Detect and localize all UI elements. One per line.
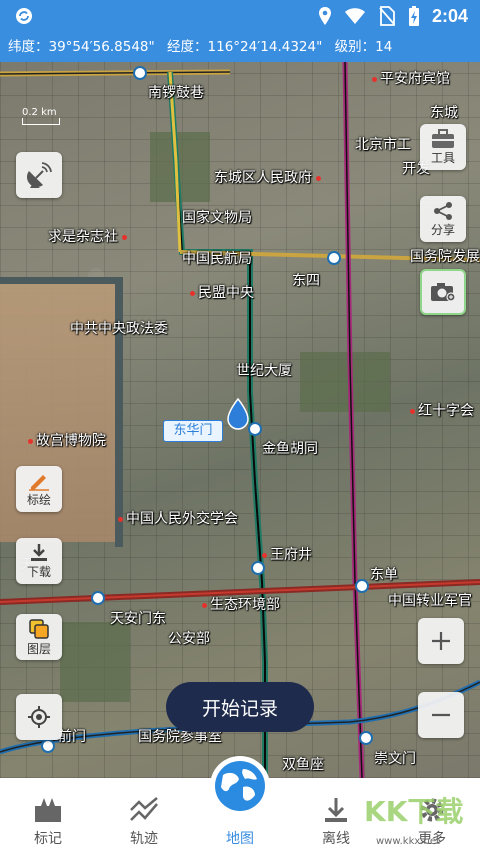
coordinate-bar: 纬度：39°54′56.8548" 经度：116°24′14.4324" 级别：… xyxy=(0,32,480,62)
status-bar: 2:04 xyxy=(0,0,480,32)
map-label: 平安府宾馆 xyxy=(372,68,450,88)
latitude-label: 纬度： xyxy=(8,39,49,55)
map-label: 东城区人民政府 xyxy=(214,167,324,187)
layers-label: 图层 xyxy=(26,641,51,656)
map-label-text: 民盟中央 xyxy=(198,285,254,301)
nav-item-mark[interactable]: 标记 xyxy=(0,786,96,848)
nav-label: 轨迹 xyxy=(130,831,158,847)
zoom-in-button[interactable] xyxy=(418,618,464,664)
nav-label: 地图 xyxy=(226,831,254,847)
minus-icon xyxy=(432,713,450,717)
map-label: 公安部 xyxy=(168,631,210,647)
longitude-label: 经度： xyxy=(167,39,208,55)
scale-label: 0.2 km xyxy=(22,107,57,118)
map-label-text: 王府井 xyxy=(270,547,312,563)
map-label: 世纪大厦 xyxy=(236,363,292,379)
map-label: 东四 xyxy=(292,273,320,289)
start-recording-button[interactable]: 开始记录 xyxy=(166,682,314,732)
satellite-toggle-button[interactable] xyxy=(16,152,62,198)
battery-charging-icon xyxy=(408,6,419,26)
map-label: 国家文物局 xyxy=(182,210,252,226)
map-label-text: 故宫博物院 xyxy=(36,433,106,449)
map-label: 双鱼座 xyxy=(282,757,324,773)
download-button[interactable]: 下载 xyxy=(16,538,62,584)
crosshair-icon xyxy=(28,706,50,728)
wifi-icon xyxy=(344,8,365,24)
satellite-dish-icon xyxy=(26,162,52,188)
pencil-icon xyxy=(29,474,49,491)
share-button[interactable]: 分享 xyxy=(420,196,466,242)
toolbox-icon xyxy=(432,128,454,148)
map-label: 东单 xyxy=(370,567,398,583)
map-label: 生态环境部 xyxy=(202,594,280,614)
download-icon xyxy=(31,543,47,561)
status-time: 2:04 xyxy=(431,5,468,26)
map-scale: 0.2 km xyxy=(22,107,60,125)
share-icon xyxy=(434,201,452,220)
map-label-text: 中国人民外交学会 xyxy=(126,511,238,527)
marker-icon xyxy=(35,798,61,822)
track-icon xyxy=(130,797,158,821)
map-label-text: 红十字会 xyxy=(418,403,474,419)
map-label-text: 平安府宾馆 xyxy=(380,71,450,87)
layers-button[interactable]: 图层 xyxy=(16,614,62,660)
layers-icon xyxy=(29,618,49,639)
camera-icon xyxy=(431,283,456,302)
watermark-site: www.kkx.net xyxy=(376,836,440,847)
sync-icon xyxy=(16,8,32,24)
nav-label: 离线 xyxy=(322,831,350,847)
map-label: 中共中央政法委 xyxy=(70,321,168,337)
map-label: 红十字会 xyxy=(410,400,474,420)
mark-label: 标绘 xyxy=(26,492,51,507)
mark-button[interactable]: 标绘 xyxy=(16,466,62,512)
landmark-label[interactable]: 东华门 xyxy=(163,420,223,442)
zoom-out-button[interactable] xyxy=(418,692,464,738)
latitude-value: 39°54′56.8548" xyxy=(48,39,155,55)
zoom-level-value: 14 xyxy=(375,39,393,55)
nav-label: 标记 xyxy=(34,831,62,847)
share-label: 分享 xyxy=(430,222,455,237)
map-label-text: 求是杂志社 xyxy=(48,229,118,245)
map-label: 中国转业军官 xyxy=(388,593,472,609)
watermark-logo: KK下载 xyxy=(364,795,464,828)
zoom-level-label: 级别： xyxy=(334,39,376,55)
map-label: 中国民航局 xyxy=(182,251,252,267)
map-label: 求是杂志社 xyxy=(48,226,130,246)
map-label: 前门 xyxy=(58,729,86,745)
map-label: 南锣鼓巷 xyxy=(148,85,204,101)
tools-label: 工具 xyxy=(430,150,455,165)
tools-button[interactable]: 工具 xyxy=(420,124,466,170)
map-label: 东城 xyxy=(430,105,458,121)
plus-icon xyxy=(432,632,450,650)
map-label: 故宫博物院 xyxy=(28,430,106,450)
map-label: 崇文门 xyxy=(374,751,416,767)
nav-item-track[interactable]: 轨迹 xyxy=(96,786,192,848)
longitude-value: 116°24′14.4324" xyxy=(207,39,323,55)
screenshot-button[interactable] xyxy=(420,269,466,315)
map-label: 王府井 xyxy=(262,544,312,564)
location-icon xyxy=(318,7,331,25)
map-label: 北京市工 xyxy=(355,137,411,153)
current-location-pin xyxy=(227,397,249,430)
map-label: 国务院发展 xyxy=(410,249,480,265)
map-label: 天安门东 xyxy=(110,611,166,627)
map-label: 金鱼胡同 xyxy=(262,441,318,457)
map-label: 民盟中央 xyxy=(190,282,254,302)
map-tab-globe[interactable] xyxy=(210,756,270,816)
map-label: 中国人民外交学会 xyxy=(118,508,238,528)
map-label-text: 生态环境部 xyxy=(210,597,280,613)
map-view[interactable]: 0.2 km 南锣鼓巷 平安府宾馆 东城 北京市工 开发 东城区人民政府 国家文… xyxy=(0,62,480,778)
my-location-button[interactable] xyxy=(16,694,62,740)
no-sim-icon xyxy=(379,6,395,26)
globe-icon xyxy=(215,761,265,811)
download-label: 下载 xyxy=(26,564,51,579)
download-icon xyxy=(325,798,347,822)
map-label-text: 东城区人民政府 xyxy=(214,170,312,186)
